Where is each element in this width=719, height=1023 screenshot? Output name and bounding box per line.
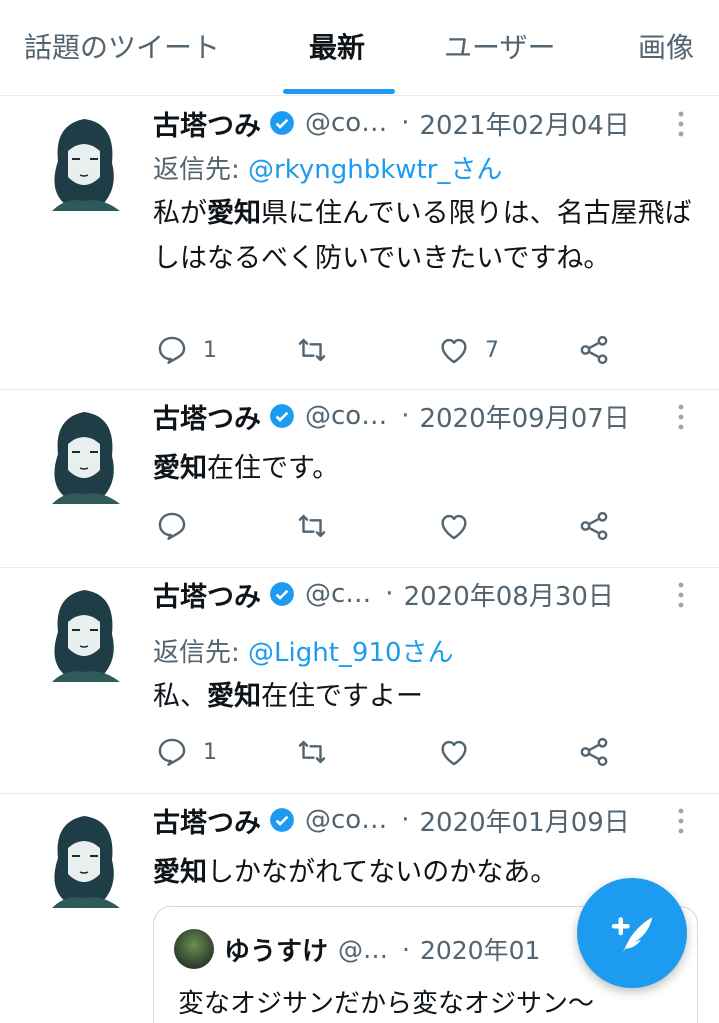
tweet-date[interactable]: 2020年01月09日	[419, 802, 629, 839]
tweet[interactable]: 古塔つみ @c… · 2020年08月30日 返信先: @Light_910さん…	[0, 568, 719, 794]
like-button[interactable]: 7	[437, 330, 499, 370]
tab-people[interactable]: ユーザー	[444, 26, 555, 66]
separator-dot: ·	[401, 401, 410, 431]
author-name[interactable]: 古塔つみ	[153, 397, 261, 436]
active-tab-indicator	[283, 89, 395, 94]
quoted-author-handle: @…	[338, 934, 389, 964]
more-vertical-icon[interactable]	[677, 404, 685, 430]
tweet-date[interactable]: 2021年02月04日	[419, 105, 629, 142]
share-icon	[580, 511, 608, 541]
heart-icon	[441, 740, 467, 766]
tab-top[interactable]: 話題のツイート	[24, 26, 220, 66]
retweet-icon	[298, 338, 326, 362]
separator-dot: ·	[385, 579, 394, 609]
reply-to: 返信先: @rkynghbkwtr_さん	[153, 149, 502, 186]
tweet-date[interactable]: 2020年09月07日	[419, 398, 629, 435]
reply-icon	[158, 512, 186, 540]
tweet-header: 古塔つみ @co… · 2020年09月07日	[153, 397, 630, 436]
reply-mention[interactable]: @rkynghbkwtr_さん	[248, 155, 502, 185]
like-button[interactable]	[437, 732, 485, 772]
quoted-date: 2020年01	[419, 936, 541, 965]
reply-button[interactable]	[155, 506, 203, 546]
quoted-avatar	[174, 929, 214, 969]
separator-dot: ·	[401, 805, 410, 835]
tweet[interactable]: 古塔つみ @co… · 2020年09月07日 愛知在住です。	[0, 390, 719, 568]
retweet-icon	[298, 740, 326, 764]
author-name[interactable]: 古塔つみ	[153, 801, 261, 840]
tweet-header: 古塔つみ @co… · 2020年01月09日	[153, 801, 630, 840]
reply-icon	[158, 738, 186, 766]
tweet-header: 古塔つみ @c… · 2020年08月30日	[153, 575, 614, 614]
avatar[interactable]	[38, 111, 130, 215]
avatar[interactable]	[38, 808, 130, 912]
retweet-icon	[298, 514, 326, 538]
highlight-keyword: 愛知	[207, 681, 261, 712]
reply-button[interactable]: 1	[155, 732, 217, 772]
tweet-actions: 1	[153, 732, 623, 772]
author-handle[interactable]: @co…	[305, 805, 387, 835]
like-button[interactable]	[437, 506, 485, 546]
more-vertical-icon[interactable]	[677, 808, 685, 834]
author-name[interactable]: 古塔つみ	[153, 104, 261, 143]
separator-dot: ·	[401, 108, 410, 138]
tweet-header: 古塔つみ @co… · 2021年02月04日	[153, 104, 630, 143]
reply-prefix: 返信先:	[153, 155, 249, 185]
reply-icon	[158, 336, 186, 364]
search-tabs: 話題のツイート 最新 ユーザー 画像	[0, 0, 719, 96]
tab-latest[interactable]: 最新	[309, 26, 365, 66]
highlight-keyword: 愛知	[153, 857, 207, 888]
quoted-text: 変なオジサンだから変なオジサン〜	[178, 989, 595, 1019]
author-handle[interactable]: @co…	[305, 108, 387, 138]
share-button[interactable]	[577, 506, 611, 546]
more-vertical-icon[interactable]	[677, 111, 685, 137]
reply-mention[interactable]: @Light_910さん	[248, 638, 454, 668]
reply-to: 返信先: @Light_910さん	[153, 632, 454, 669]
heart-icon	[441, 514, 467, 540]
avatar[interactable]	[38, 582, 130, 686]
tweet[interactable]: 古塔つみ @co… · 2021年02月04日 返信先: @rkynghbkwt…	[0, 97, 719, 390]
tweet-date[interactable]: 2020年08月30日	[404, 576, 614, 613]
verified-badge-icon	[270, 404, 294, 428]
compose-tweet-icon	[611, 917, 653, 954]
reply-prefix: 返信先:	[153, 638, 249, 668]
retweet-button[interactable]	[295, 732, 329, 772]
highlight-keyword: 愛知	[207, 198, 261, 229]
tweet-text: 私が愛知県に住んでいる限りは、名古屋飛ばしはなるべく防いでいきたいですね。	[153, 198, 692, 274]
like-count: 7	[485, 337, 499, 363]
reply-count: 1	[203, 739, 217, 765]
share-icon	[580, 737, 608, 767]
author-handle[interactable]: @co…	[305, 401, 387, 431]
avatar[interactable]	[38, 404, 130, 508]
tab-photos[interactable]: 画像	[638, 26, 694, 66]
retweet-button[interactable]	[295, 506, 329, 546]
tweet-actions	[153, 506, 623, 546]
retweet-button[interactable]	[295, 330, 329, 370]
separator-dot: ·	[402, 934, 410, 964]
reply-count: 1	[203, 337, 217, 363]
quoted-author-name: ゆうすけ	[224, 936, 329, 967]
share-button[interactable]	[577, 330, 611, 370]
share-icon	[580, 335, 608, 365]
tweet-text: 私、愛知在住ですよー	[153, 681, 423, 712]
verified-badge-icon	[270, 111, 294, 135]
quoted-tweet-header: ゆうすけ @… · 2020年01	[174, 929, 540, 969]
highlight-keyword: 愛知	[153, 453, 207, 484]
share-button[interactable]	[577, 732, 611, 772]
heart-icon	[441, 338, 467, 364]
verified-badge-icon	[270, 582, 294, 606]
reply-button[interactable]: 1	[155, 330, 217, 370]
verified-badge-icon	[270, 808, 294, 832]
author-name[interactable]: 古塔つみ	[153, 575, 261, 614]
author-handle[interactable]: @c…	[305, 579, 371, 609]
compose-tweet-button[interactable]	[577, 878, 687, 988]
tweet-text: 愛知在住です。	[153, 453, 340, 484]
more-vertical-icon[interactable]	[677, 582, 685, 608]
tweet-actions: 1 7	[153, 330, 623, 370]
